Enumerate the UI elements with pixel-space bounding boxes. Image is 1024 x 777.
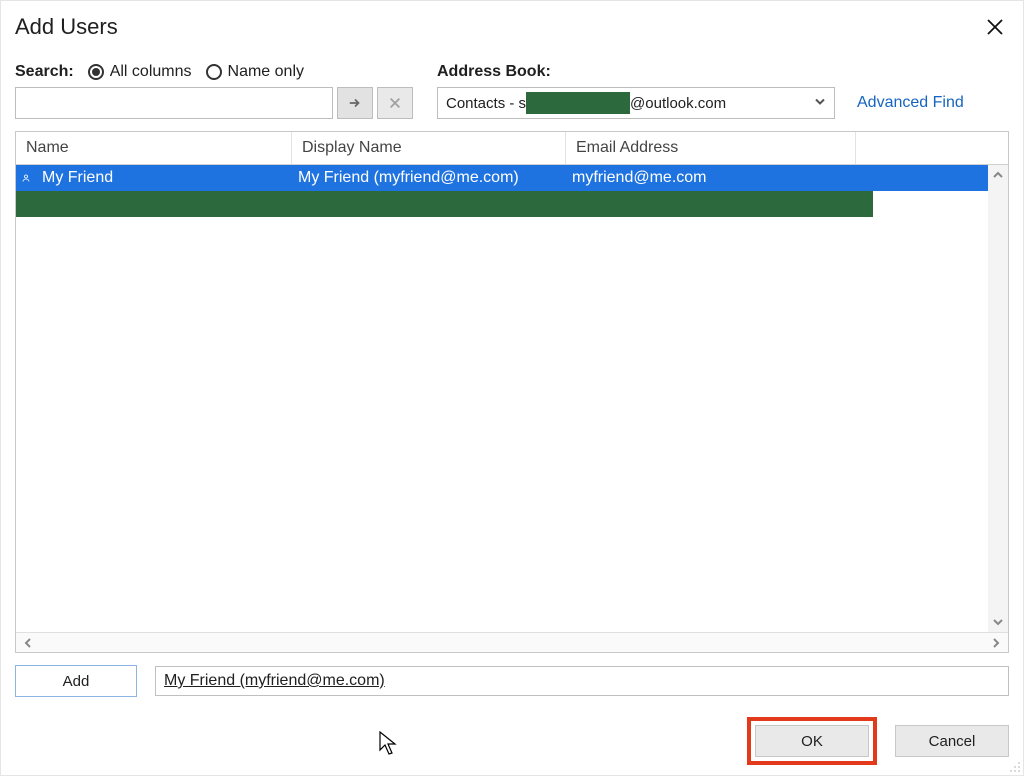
person-icon [16, 171, 36, 185]
search-input[interactable] [15, 87, 333, 119]
search-clear-button[interactable] [377, 87, 413, 119]
column-header-email[interactable]: Email Address [566, 132, 856, 164]
cancel-button[interactable]: Cancel [895, 725, 1009, 757]
x-icon [388, 96, 402, 110]
results-grid: Name Display Name Email Address My Frien… [15, 131, 1009, 653]
address-book-combo[interactable]: Contacts - s @outlook.com [437, 87, 835, 119]
chevron-down-icon [992, 616, 1004, 628]
dialog-title: Add Users [15, 14, 118, 40]
dialog-buttons-row: OK Cancel [15, 717, 1009, 765]
column-header-name[interactable]: Name [16, 132, 292, 164]
ok-highlight: OK [747, 717, 877, 765]
search-options-row: Search: All columns Name only [15, 63, 413, 81]
search-go-button[interactable] [337, 87, 373, 119]
recipients-field[interactable]: My Friend (myfriend@me.com) [155, 666, 1009, 696]
grid-header: Name Display Name Email Address [16, 132, 1008, 165]
ok-button[interactable]: OK [755, 725, 869, 757]
radio-all-columns-label: All columns [110, 63, 192, 81]
chevron-left-icon [22, 637, 34, 649]
table-row[interactable]: My Friend My Friend (myfriend@me.com) my… [16, 165, 1008, 191]
resize-grip[interactable] [1007, 759, 1021, 773]
horizontal-scrollbar[interactable] [16, 632, 1008, 652]
arrow-right-icon [348, 96, 362, 110]
advanced-find-link[interactable]: Advanced Find [857, 94, 964, 112]
address-book-suffix: @outlook.com [630, 95, 726, 112]
cell-email: myfriend@me.com [566, 169, 1008, 187]
close-icon [986, 18, 1004, 36]
column-header-display[interactable]: Display Name [292, 132, 566, 164]
title-bar: Add Users [15, 13, 1009, 41]
recipient-entry: My Friend (myfriend@me.com) [164, 672, 385, 690]
radio-name-only[interactable]: Name only [206, 63, 304, 81]
cell-name: My Friend [36, 169, 292, 187]
radio-all-columns[interactable]: All columns [88, 63, 192, 81]
address-book-block: Address Book: Contacts - s @outlook.com … [437, 63, 1009, 119]
search-input-row [15, 87, 413, 119]
chevron-up-icon [992, 169, 1004, 181]
column-header-spacer [856, 132, 1008, 164]
search-label: Search: [15, 63, 74, 81]
cell-display: My Friend (myfriend@me.com) [292, 169, 566, 187]
redacted-text [526, 92, 630, 114]
chevron-down-icon [814, 95, 826, 112]
address-book-row: Contacts - s @outlook.com Advanced Find [437, 87, 1009, 119]
table-row-redacted[interactable] [16, 191, 873, 217]
vertical-scrollbar[interactable] [988, 165, 1008, 632]
add-button[interactable]: Add [15, 665, 137, 697]
address-book-prefix: Contacts - s [446, 95, 526, 112]
search-block: Search: All columns Name only [15, 63, 413, 119]
top-controls: Search: All columns Name only [15, 63, 1009, 119]
chevron-right-icon [990, 637, 1002, 649]
add-users-dialog: Add Users Search: All columns Name only [0, 0, 1024, 776]
add-button-label: Add [63, 673, 90, 690]
address-book-label: Address Book: [437, 63, 551, 81]
cancel-button-label: Cancel [929, 733, 976, 750]
add-recipient-row: Add My Friend (myfriend@me.com) [15, 665, 1009, 697]
ok-button-label: OK [801, 733, 823, 750]
grid-body: My Friend My Friend (myfriend@me.com) my… [16, 165, 1008, 632]
radio-name-only-label: Name only [228, 63, 304, 81]
close-button[interactable] [981, 13, 1009, 41]
